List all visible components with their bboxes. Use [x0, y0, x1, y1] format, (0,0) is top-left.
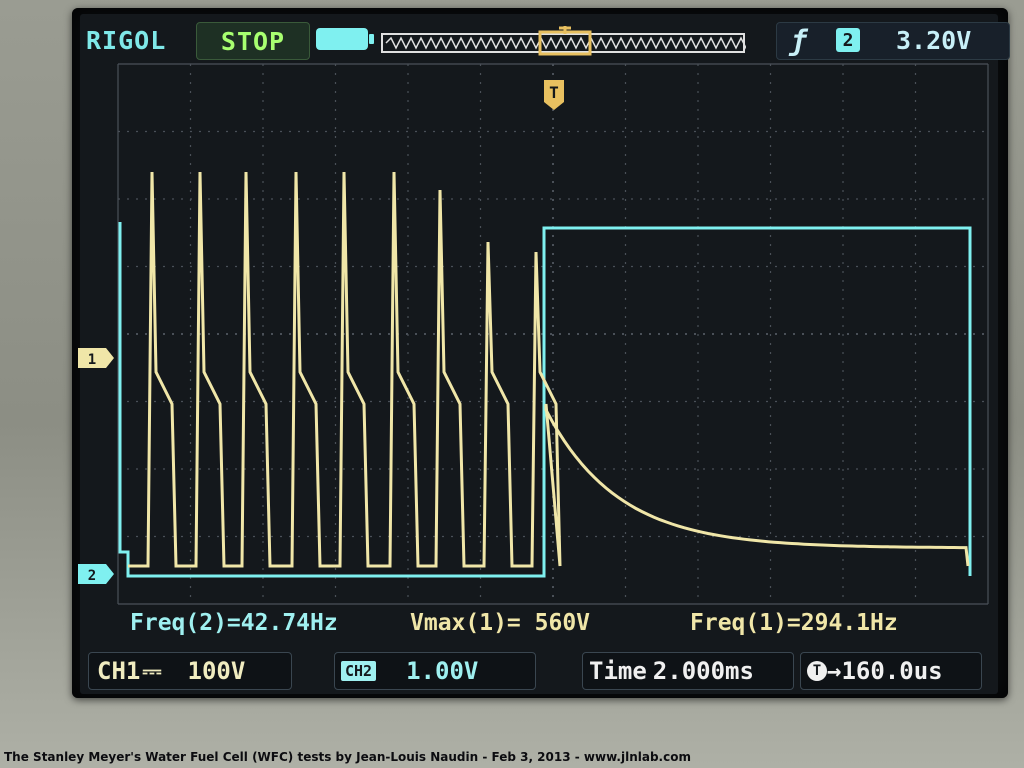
svg-text:1: 1	[88, 352, 96, 368]
ch2-scale: 1.00V	[406, 657, 479, 685]
trigger-offset-icon: T	[807, 661, 827, 681]
ch1-label: CH1	[97, 657, 141, 685]
ch1-ground-marker: 1	[78, 348, 114, 368]
freq2-readout: Freq(2)=42.74Hz	[130, 610, 338, 636]
ch1-scale: 100V	[187, 657, 246, 685]
ch1-trace	[128, 171, 970, 568]
trigger-marker-label: T	[549, 83, 559, 102]
trigger-offset-box[interactable]: T → 160.0us	[800, 652, 982, 690]
svg-text:2: 2	[88, 568, 96, 584]
freq1-readout: Freq(1)=294.1Hz	[690, 610, 898, 636]
timebase-scale: 2.000ms	[652, 657, 754, 685]
trigger-position-marker: T	[544, 80, 564, 110]
dc-coupling-icon: ⎓	[142, 657, 162, 685]
timebase-label: Time	[589, 657, 647, 685]
timebase-box[interactable]: Time 2.000ms	[582, 652, 794, 690]
arrow-right-icon: →	[827, 657, 842, 685]
vmax1-readout: Vmax(1)= 560V	[410, 610, 591, 636]
ch2-scale-box[interactable]: CH2 1.00V	[334, 652, 536, 690]
photo-caption: The Stanley Meyer's Water Fuel Cell (WFC…	[4, 750, 691, 764]
trigger-offset: 160.0us	[841, 657, 943, 685]
ch2-ground-marker: 2	[78, 564, 114, 584]
ch1-scale-box[interactable]: CH1 ⎓ 100V	[88, 652, 292, 690]
ch2-label: CH2	[341, 661, 377, 681]
